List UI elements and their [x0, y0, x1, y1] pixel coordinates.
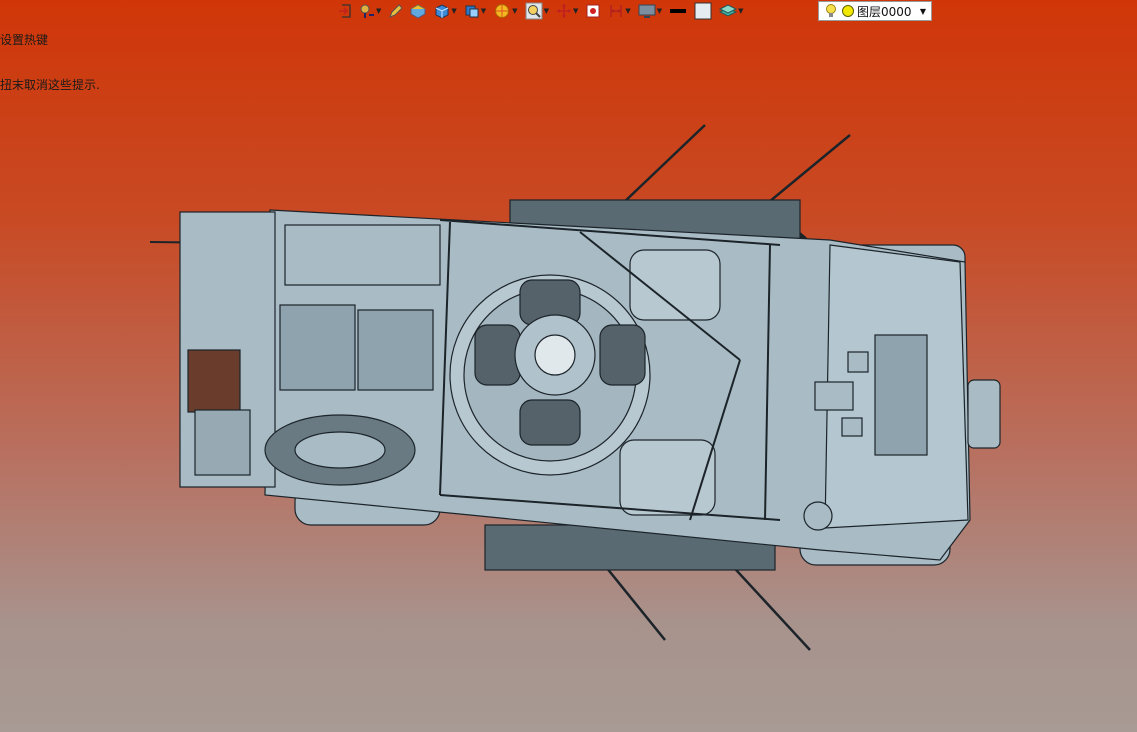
hatch: [874, 334, 928, 456]
vent-3: [841, 417, 863, 437]
turret-center: [534, 334, 576, 376]
turret-tube-bottom: [519, 399, 581, 446]
rear-box: [194, 409, 251, 476]
storage-bin-right: [357, 309, 434, 391]
turret-assembly: [449, 274, 651, 476]
front-hub: [803, 501, 833, 531]
seat-bottom: [619, 439, 716, 516]
front-exhaust: [967, 379, 1001, 449]
spare-tire-hub: [294, 431, 386, 469]
rear-mesh: [187, 349, 241, 413]
turret-tube-right: [599, 324, 646, 386]
vent-2: [847, 351, 869, 373]
turret-tube-left: [474, 324, 521, 386]
seat-top: [629, 249, 721, 321]
vent-1: [814, 381, 854, 411]
vehicle-model: [149, 124, 1001, 651]
cad-viewport[interactable]: [0, 0, 1137, 732]
rear-deck-plate: [284, 224, 441, 286]
storage-bin-left: [279, 304, 356, 391]
